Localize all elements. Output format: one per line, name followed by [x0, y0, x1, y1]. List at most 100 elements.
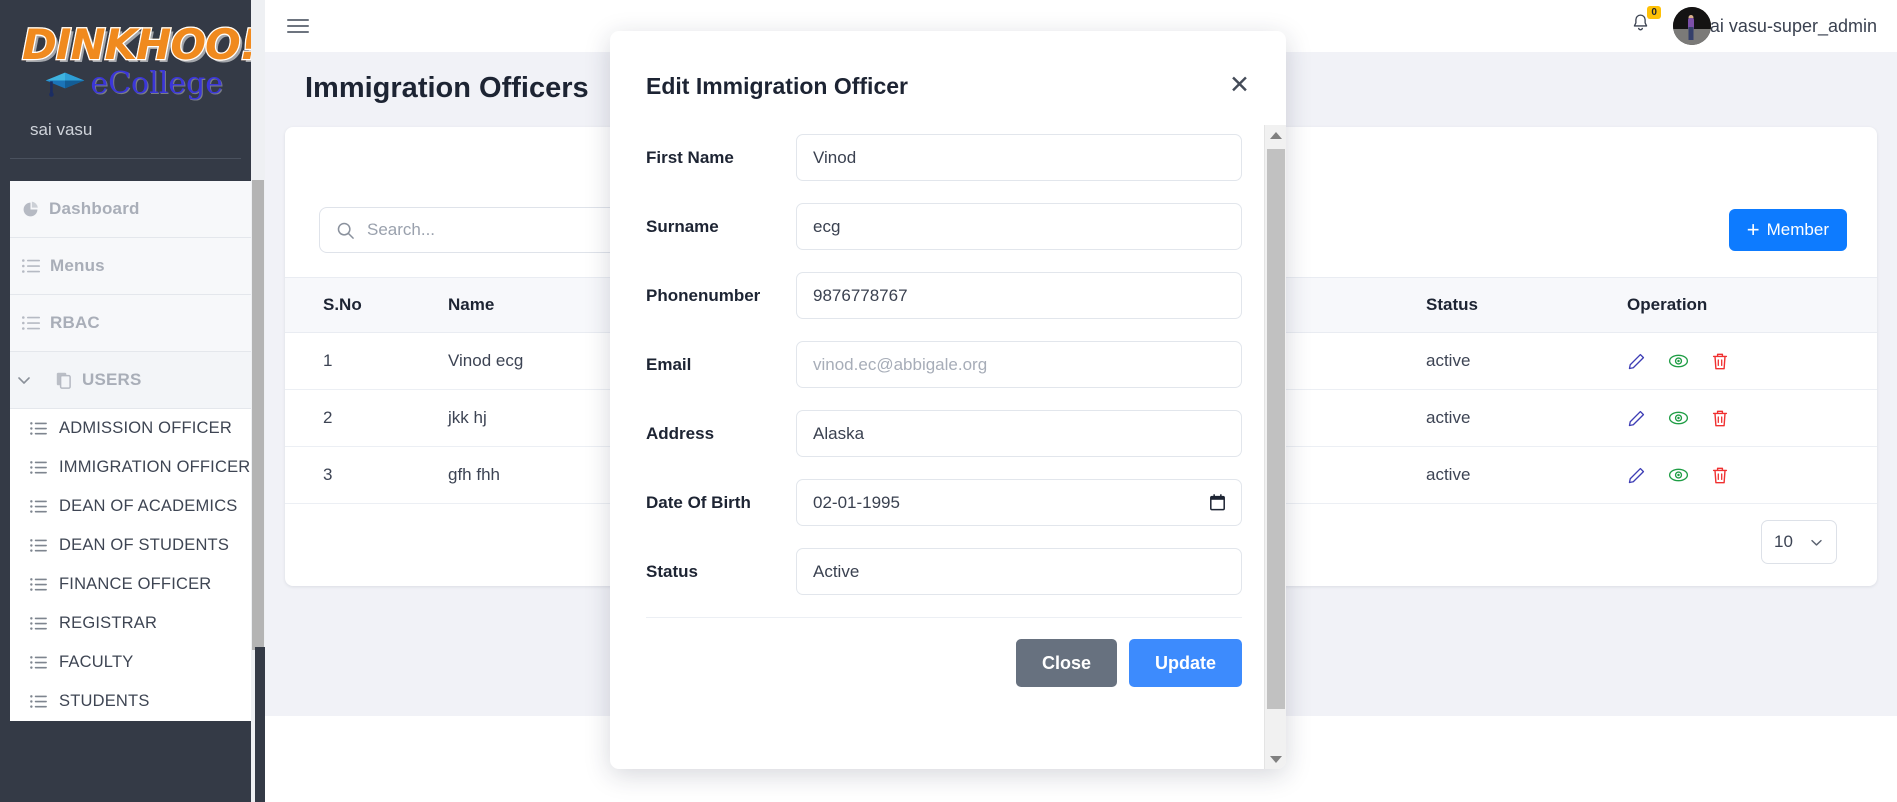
sidebar-sub-label: FINANCE OFFICER [59, 575, 212, 593]
close-icon[interactable]: ✕ [1229, 73, 1250, 98]
close-button[interactable]: Close [1015, 639, 1117, 687]
sidebar-item-rbac[interactable]: RBAC [0, 295, 251, 352]
view-eye-icon[interactable] [1668, 410, 1689, 426]
edit-pencil-icon[interactable] [1627, 409, 1646, 428]
address-input[interactable]: Alaska [796, 410, 1242, 457]
update-button[interactable]: Update [1128, 639, 1242, 687]
notifications-button[interactable]: 0 [1630, 6, 1661, 39]
field-label: Email [646, 354, 692, 374]
list-icon [22, 259, 40, 273]
cell-status: active [1426, 332, 1628, 390]
sidebar-item-dashboard[interactable]: Dashboard [0, 181, 251, 238]
delete-trash-icon[interactable] [1711, 466, 1729, 485]
email-input[interactable]: vinod.ec@abbigale.org [796, 341, 1242, 388]
add-member-label: Member [1766, 220, 1829, 239]
column-header-operation[interactable]: Operation [1627, 277, 1877, 333]
sidebar-sub-label: IMMIGRATION OFFICER [59, 458, 251, 476]
modal-footer: Close Update [646, 617, 1242, 687]
search-icon [337, 222, 354, 239]
list-icon [30, 656, 47, 669]
chevron-down-icon [1811, 539, 1822, 546]
sidebar-username: sai vasu [10, 104, 241, 159]
sidebar-item-menus[interactable]: Menus [0, 238, 251, 295]
sidebar-label: RBAC [50, 313, 100, 332]
column-header-status[interactable]: Status [1426, 277, 1628, 333]
brand-block: DINKHOO! eCollege sai vasu [0, 0, 251, 163]
page-size-select[interactable]: 10 [1761, 520, 1837, 564]
cell-status: active [1426, 446, 1628, 504]
field-surname: Surname ecg [646, 203, 1242, 250]
field-phonenumber: Phonenumber 9876778767 [646, 272, 1242, 319]
delete-trash-icon[interactable] [1711, 352, 1729, 371]
sidebar-item-immigration-officer[interactable]: IMMIGRATION OFFICER [0, 448, 251, 487]
sidebar-right-edge-lower [255, 647, 265, 802]
edit-immigration-officer-modal: Edit Immigration Officer ✕ First Name Vi… [610, 31, 1286, 769]
first-name-input[interactable]: Vinod [796, 134, 1242, 181]
topbar-username[interactable]: sai vasu-super_admin [1701, 16, 1877, 37]
plus-icon: + [1746, 217, 1760, 242]
hamburger-icon[interactable] [287, 19, 309, 33]
sidebar-left-edge [0, 0, 10, 802]
view-eye-icon[interactable] [1668, 467, 1689, 483]
list-icon [30, 617, 47, 630]
view-eye-icon[interactable] [1668, 353, 1689, 369]
edit-pencil-icon[interactable] [1627, 466, 1646, 485]
list-icon [30, 539, 47, 552]
brand-subtitle: eCollege [44, 66, 223, 101]
modal-scrollbar-track[interactable] [1264, 125, 1286, 769]
sidebar-item-students[interactable]: STUDENTS [0, 682, 251, 721]
cell-operations [1627, 446, 1877, 504]
scroll-down-arrow-icon[interactable] [1265, 749, 1286, 769]
add-member-button[interactable]: + Member [1728, 209, 1847, 251]
list-icon [30, 422, 47, 435]
avatar[interactable] [1672, 7, 1711, 45]
cell-sno: 1 [285, 332, 448, 390]
edit-pencil-icon[interactable] [1627, 352, 1646, 371]
status-input[interactable]: Active [796, 548, 1242, 595]
surname-input[interactable]: ecg [796, 203, 1242, 250]
modal-scrollbar-thumb[interactable] [1267, 149, 1285, 709]
field-address: Address Alaska [646, 410, 1242, 457]
sidebar-sub-label: REGISTRAR [59, 614, 158, 632]
sidebar-spacer [0, 163, 251, 181]
date-of-birth-value: 02-01-1995 [813, 492, 900, 512]
cell-operations [1627, 389, 1877, 447]
brand-logo: DINKHOO! eCollege [10, 18, 251, 104]
sidebar-label: Dashboard [49, 199, 140, 218]
field-status: Status Active [646, 548, 1242, 595]
sidebar-scroll-area[interactable]: DINKHOO! eCollege sai vasu Dashboard Men… [0, 0, 251, 802]
field-label: Date Of Birth [646, 492, 751, 512]
sidebar-item-finance-officer[interactable]: FINANCE OFFICER [0, 565, 251, 604]
sidebar-sub-label: DEAN OF STUDENTS [59, 536, 230, 554]
sidebar-sub-label: ADMISSION OFFICER [59, 419, 232, 437]
row-actions [1627, 409, 1877, 428]
sidebar-item-registrar[interactable]: REGISTRAR [0, 604, 251, 643]
pie-chart-icon [22, 201, 39, 218]
field-label: Status [646, 561, 698, 581]
topbar-right-group: 0 sai vasu-super_admin [1630, 6, 1877, 45]
cell-sno: 3 [285, 446, 448, 504]
row-actions [1627, 352, 1877, 371]
sidebar-sub-label: STUDENTS [59, 692, 150, 710]
cell-operations [1627, 332, 1877, 390]
sidebar-scrollbar-thumb[interactable] [252, 180, 264, 650]
list-icon [22, 316, 40, 330]
calendar-icon[interactable] [1210, 494, 1225, 511]
date-of-birth-input[interactable]: 02-01-1995 [796, 479, 1242, 526]
modal-header: Edit Immigration Officer ✕ [610, 31, 1286, 100]
sidebar-item-dean-of-academics[interactable]: DEAN OF ACADEMICS [0, 487, 251, 526]
sidebar-sub-label: DEAN OF ACADEMICS [59, 497, 238, 515]
sidebar-item-admission-officer[interactable]: ADMISSION OFFICER [0, 409, 251, 448]
delete-trash-icon[interactable] [1711, 409, 1729, 428]
sidebar-item-users[interactable]: USERS [0, 352, 251, 409]
chevron-down-icon [16, 372, 32, 388]
field-date-of-birth: Date Of Birth 02-01-1995 [646, 479, 1242, 526]
sidebar-item-faculty[interactable]: FACULTY [0, 643, 251, 682]
column-header-sno[interactable]: S.No [285, 277, 448, 333]
modal-body: First Name Vinod Surname ecg Phonenumber… [610, 100, 1286, 595]
sidebar-item-dean-of-students[interactable]: DEAN OF STUDENTS [0, 526, 251, 565]
scroll-up-arrow-icon[interactable] [1265, 125, 1286, 145]
phonenumber-input[interactable]: 9876778767 [796, 272, 1242, 319]
field-label: Address [646, 423, 715, 443]
list-icon [30, 578, 47, 591]
